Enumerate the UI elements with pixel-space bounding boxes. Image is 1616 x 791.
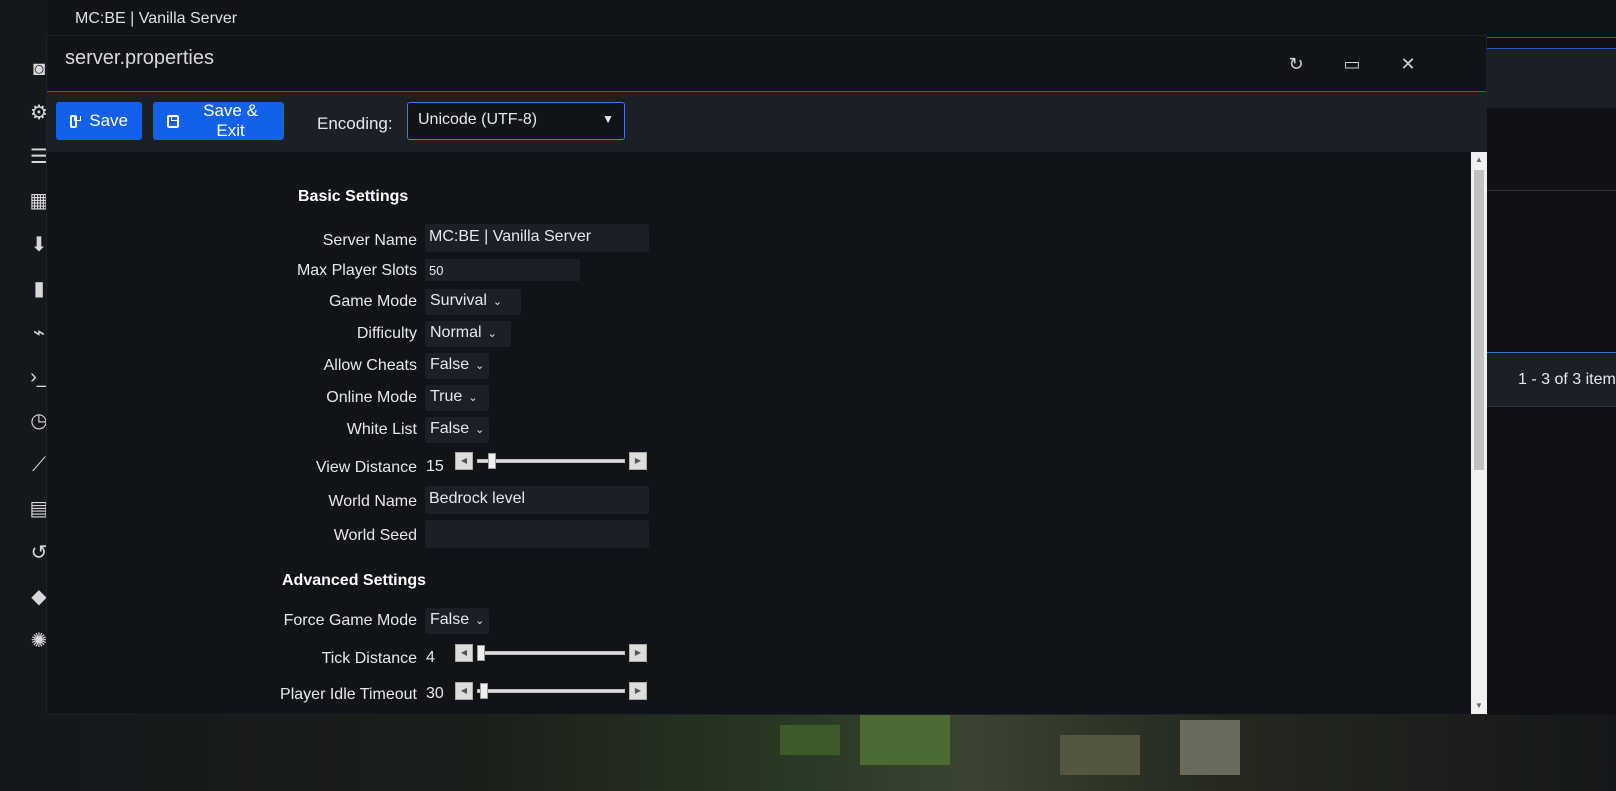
breadcrumb: MC:BE | Vanilla Server (75, 10, 238, 27)
slider-handle[interactable] (488, 453, 497, 469)
label-white-list: White List (346, 421, 417, 438)
slider-increase-button[interactable]: ▶ (629, 682, 647, 700)
label-tick-distance: Tick Distance (321, 650, 417, 667)
slider-decrease-button[interactable]: ◀ (455, 682, 473, 700)
chevron-down-icon: ⌄ (475, 424, 485, 436)
caret-down-icon: ▼ (602, 112, 614, 126)
label-online-mode: Online Mode (326, 389, 417, 406)
slider-track[interactable] (477, 459, 625, 463)
encoding-label: Encoding: (317, 114, 393, 133)
server-name-input[interactable]: MC:BE | Vanilla Server (425, 224, 649, 252)
slider-handle[interactable] (479, 683, 488, 699)
label-view-distance: View Distance (315, 459, 417, 476)
label-game-mode: Game Mode (328, 293, 417, 310)
label-allow-cheats: Allow Cheats (323, 357, 417, 374)
save-button[interactable]: Save (56, 102, 142, 140)
encoding-value: Unicode (UTF-8) (418, 111, 538, 128)
allow-cheats-value: False (430, 356, 470, 373)
tick-distance-value: 4 (426, 649, 435, 666)
game-mode-value: Survival (430, 292, 487, 309)
label-world-name: World Name (328, 493, 417, 510)
game-mode-select[interactable]: Survival ⌄ (425, 289, 521, 315)
background-scene-image (0, 715, 1616, 791)
force-game-mode-select[interactable]: False ⌄ (425, 608, 489, 634)
difficulty-select[interactable]: Normal ⌄ (425, 321, 511, 347)
background-pager: 1 - 3 of 3 items (1486, 352, 1616, 407)
label-difficulty: Difficulty (356, 325, 417, 342)
slider-increase-button[interactable]: ▶ (629, 644, 647, 662)
slider-track[interactable] (477, 651, 625, 655)
online-mode-value: True (430, 388, 463, 405)
world-name-input[interactable]: Bedrock level (425, 486, 649, 514)
properties-dialog: server.properties ↻ ▭ ✕ Save Save & Exit… (46, 35, 1487, 715)
background-panel-header (1486, 48, 1616, 108)
refresh-icon[interactable]: ↻ (1284, 52, 1308, 76)
save-exit-button[interactable]: Save & Exit (153, 101, 284, 140)
scroll-down-icon[interactable]: ▼ (1471, 698, 1487, 714)
slider-increase-button[interactable]: ▶ (629, 452, 647, 470)
slider-decrease-button[interactable]: ◀ (455, 644, 473, 662)
save-icon (70, 114, 82, 128)
save-label: Save (89, 111, 128, 130)
scrollbar-thumb[interactable] (1474, 170, 1484, 470)
view-distance-value: 15 (426, 458, 444, 475)
label-max-players: Max Player Slots (296, 262, 417, 279)
label-world-seed: World Seed (333, 527, 417, 544)
dialog-toolbar: Save Save & Exit Encoding: Unicode (UTF-… (47, 92, 1486, 152)
dialog-title: server.properties (65, 47, 214, 69)
difficulty-value: Normal (430, 324, 482, 341)
slider-track[interactable] (477, 689, 625, 693)
tick-distance-slider[interactable]: ◀ ▶ (455, 644, 647, 662)
properties-form: Basic Settings Server Name MC:BE | Vanil… (47, 152, 1469, 714)
section-title-advanced: Advanced Settings (282, 572, 427, 589)
label-force-game-mode: Force Game Mode (283, 612, 417, 629)
chevron-down-icon: ⌄ (475, 615, 485, 627)
chevron-down-icon: ⌄ (492, 296, 503, 308)
close-icon[interactable]: ✕ (1396, 52, 1420, 76)
background-topbar: + MC:BE | Vanilla Server (0, 0, 1616, 38)
save-icon (167, 114, 180, 128)
save-exit-label: Save & Exit (203, 101, 258, 140)
online-mode-select[interactable]: True ⌄ (425, 385, 489, 411)
encoding-select[interactable]: Unicode (UTF-8) ▼ (407, 102, 625, 140)
dialog-header: server.properties ↻ ▭ ✕ (47, 36, 1486, 92)
background-sidebar: ◙ ⚙ ☰ ▦ ⬇ ▮ ⌁ ›_ ◷ ⟋ ▤ ↺ ◆ ✺ (0, 0, 48, 715)
player-idle-timeout-value: 30 (426, 685, 444, 702)
label-server-name: Server Name (322, 232, 417, 249)
player-idle-timeout-slider[interactable]: ◀ ▶ (455, 682, 647, 700)
slider-handle[interactable] (477, 645, 485, 661)
white-list-select[interactable]: False ⌄ (425, 417, 489, 443)
world-seed-input[interactable] (425, 520, 649, 548)
allow-cheats-select[interactable]: False ⌄ (425, 353, 489, 379)
scroll-up-icon[interactable]: ▲ (1471, 152, 1487, 168)
chevron-down-icon: ⌄ (487, 328, 497, 340)
section-title-basic: Basic Settings (298, 188, 409, 205)
view-distance-slider[interactable]: ◀ ▶ (455, 452, 647, 470)
force-game-mode-value: False (430, 611, 470, 628)
background-divider (1486, 190, 1616, 191)
max-players-input[interactable]: 50 (425, 259, 580, 281)
form-scrollbar[interactable]: ▲ ▼ (1471, 152, 1487, 714)
slider-decrease-button[interactable]: ◀ (455, 452, 473, 470)
maximize-icon[interactable]: ▭ (1340, 52, 1364, 76)
chevron-down-icon: ⌄ (475, 360, 485, 372)
label-player-idle-timeout: Player Idle Timeout (280, 686, 417, 703)
chevron-down-icon: ⌄ (468, 392, 478, 404)
white-list-value: False (430, 420, 470, 437)
pager-text: 1 - 3 of 3 items (1518, 371, 1616, 388)
